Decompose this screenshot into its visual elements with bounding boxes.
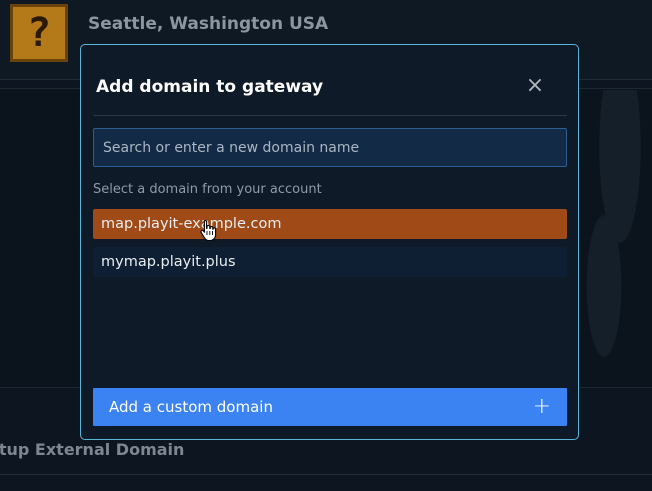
domain-option[interactable]: mymap.playit.plus <box>93 247 567 277</box>
divider <box>0 474 652 475</box>
domain-option-selected[interactable]: map.playit-example.com <box>93 209 567 239</box>
account-domains-label: Select a domain from your account <box>93 182 322 197</box>
close-icon[interactable]: × <box>523 73 547 98</box>
add-domain-modal: Add domain to gateway × Select a domain … <box>80 44 579 440</box>
hand-cursor-icon <box>200 219 217 241</box>
domain-option-label: mymap.playit.plus <box>101 254 236 270</box>
modal-title: Add domain to gateway <box>96 77 324 97</box>
add-custom-domain-label: Add a custom domain <box>109 398 273 416</box>
section-title: etup External Domain <box>0 440 196 459</box>
question-block-logo: ? <box>10 4 68 62</box>
domain-search-input[interactable] <box>93 128 567 167</box>
location-title: Seattle, Washington USA <box>88 14 329 34</box>
domain-option-label: map.playit-example.com <box>101 216 282 232</box>
modal-divider <box>93 115 567 116</box>
add-custom-domain-button[interactable]: Add a custom domain + <box>93 388 567 426</box>
section-title-text: etup External Domain <box>0 440 185 459</box>
world-map-graphic <box>572 90 652 370</box>
logo-glyph: ? <box>26 10 52 56</box>
plus-icon: + <box>532 394 551 419</box>
